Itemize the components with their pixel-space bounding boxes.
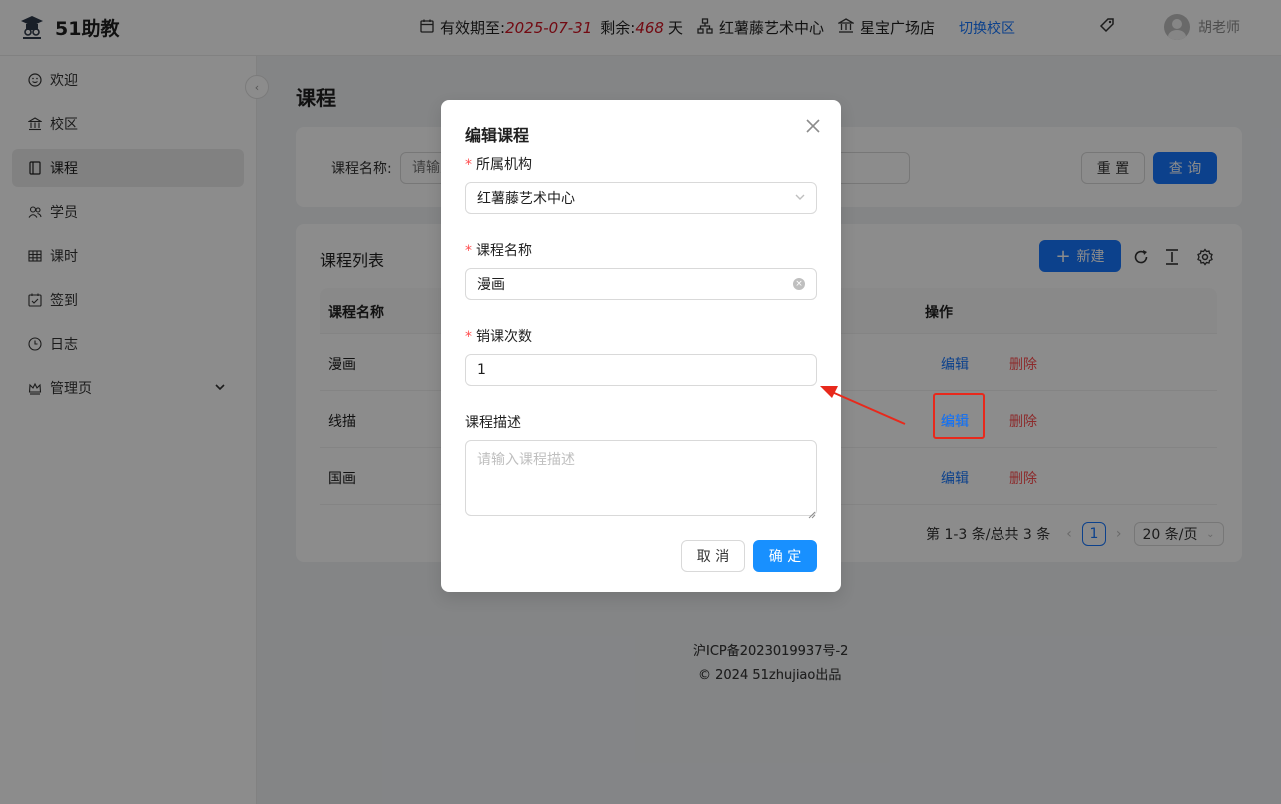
course-desc-textarea[interactable]: 请输入课程描述 [465, 440, 817, 516]
footer-icp-overlay: 沪ICP备2023019937号-2 [693, 644, 849, 659]
clear-icon[interactable]: × [793, 278, 805, 290]
ok-button[interactable]: 确 定 [753, 540, 817, 572]
course-name-input[interactable]: 漫画 × [465, 268, 817, 300]
close-icon[interactable] [805, 118, 821, 134]
modal-title: 编辑课程 [465, 126, 530, 145]
course-desc-label: 课程描述 [465, 415, 521, 431]
org-label: * 所属机构 [465, 157, 532, 173]
annotation-highlight-box [933, 393, 985, 439]
chevron-down-icon [794, 191, 806, 207]
copyright-icon: © [698, 668, 711, 683]
resize-grip-icon[interactable] [808, 507, 816, 523]
course-name-value: 漫画 [477, 277, 505, 293]
org-select[interactable]: 红薯藤艺术中心 [465, 182, 817, 214]
org-select-value: 红薯藤艺术中心 [477, 191, 575, 207]
course-name-label: * 课程名称 [465, 243, 532, 259]
session-count-label: * 销课次数 [465, 329, 532, 345]
session-count-input[interactable]: 1 [465, 354, 817, 386]
copyright-text: 2024 51zhujiao出品 [715, 668, 842, 683]
session-count-value: 1 [477, 362, 486, 378]
footer-copyright-overlay: © 2024 51zhujiao出品 [698, 664, 841, 688]
cancel-button[interactable]: 取 消 [681, 540, 745, 572]
edit-course-modal: 编辑课程 * 所属机构 红薯藤艺术中心 * 课程名称 漫画 × * 销课次数 1 课程… [441, 100, 841, 592]
